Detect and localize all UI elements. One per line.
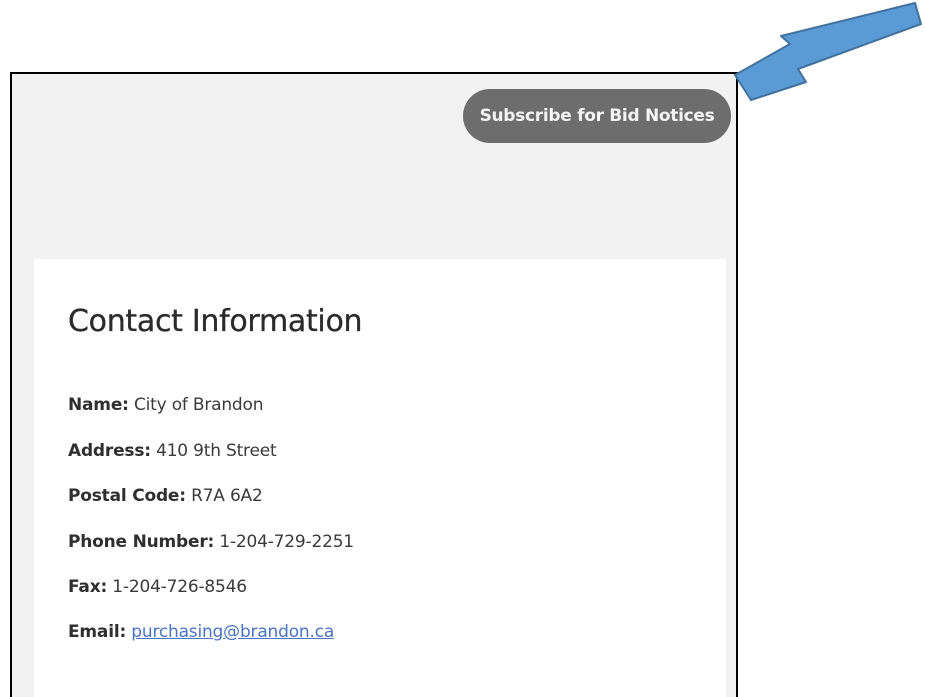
- contact-phone-value: 1-204-729-2251: [219, 532, 354, 552]
- contact-address-row: Address: 410 9th Street: [68, 441, 277, 461]
- contact-information-card: Contact Information Name: City of Brando…: [34, 259, 726, 697]
- contact-email-label: Email:: [68, 622, 127, 642]
- contact-address-value: 410 9th Street: [156, 441, 277, 461]
- screenshot-stage: Subscribe for Bid Notices Contact Inform…: [0, 0, 925, 697]
- contact-address-label: Address:: [68, 441, 151, 461]
- contact-fax-row: Fax: 1-204-726-8546: [68, 577, 247, 597]
- contact-phone-row: Phone Number: 1-204-729-2251: [68, 532, 354, 552]
- contact-name-row: Name: City of Brandon: [68, 395, 263, 415]
- contact-fax-value: 1-204-726-8546: [112, 577, 247, 597]
- arrow-pointer-icon: [734, 2, 922, 101]
- contact-fax-label: Fax:: [68, 577, 108, 597]
- contact-information-heading: Contact Information: [68, 304, 363, 339]
- contact-name-value: City of Brandon: [133, 395, 264, 415]
- contact-postal-code-row: Postal Code: R7A 6A2: [68, 486, 263, 506]
- contact-name-label: Name:: [68, 395, 129, 415]
- contact-postal-code-label: Postal Code:: [68, 486, 186, 506]
- subscribe-bid-notices-button[interactable]: Subscribe for Bid Notices: [463, 89, 731, 143]
- page-frame: Subscribe for Bid Notices Contact Inform…: [10, 72, 738, 697]
- contact-phone-label: Phone Number:: [68, 532, 215, 552]
- contact-postal-code-value: R7A 6A2: [191, 486, 263, 506]
- contact-email-row: Email: purchasing@brandon.ca: [68, 622, 334, 642]
- contact-email-link[interactable]: purchasing@brandon.ca: [131, 622, 334, 642]
